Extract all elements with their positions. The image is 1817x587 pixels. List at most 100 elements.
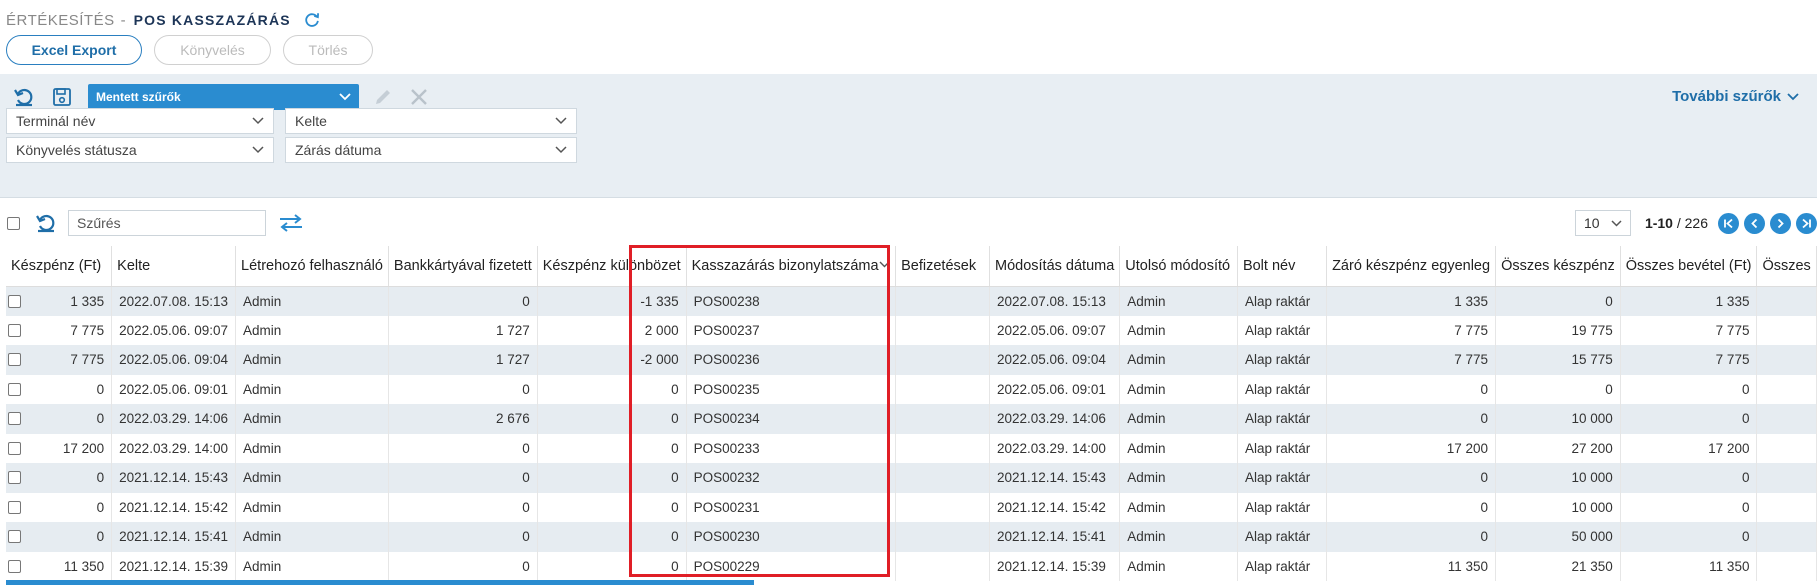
saved-filters-dropdown[interactable]: Mentett szűrők xyxy=(88,84,359,110)
row-checkbox[interactable] xyxy=(8,323,21,337)
chevron-down-icon xyxy=(1611,219,1622,227)
table-cell: 7 775 xyxy=(1620,345,1758,375)
row-checkbox[interactable] xyxy=(8,382,21,396)
excel-export-button[interactable]: Excel Export xyxy=(6,35,142,65)
col-letrehozo[interactable]: Létrehozó felhasználó xyxy=(235,246,389,287)
table-cell: 7 775 xyxy=(6,345,113,375)
breadcrumb-separator: - xyxy=(120,11,126,29)
breadcrumb[interactable]: ÉRTÉKESÍTÉS xyxy=(6,12,115,29)
terminal-select[interactable]: Terminál név xyxy=(6,108,274,134)
horizontal-scrollbar[interactable] xyxy=(6,580,754,585)
edit-icon[interactable] xyxy=(371,85,395,109)
page-size-select[interactable]: 10 xyxy=(1574,210,1631,236)
table-row[interactable]: 0 2021.12.14. 15:43 Admin 0 0 POS00232 2021.12… xyxy=(6,463,1817,493)
row-checkbox[interactable] xyxy=(8,294,21,308)
table-cell: -1 335 xyxy=(537,286,687,316)
table-cell: 7 775 xyxy=(1326,345,1497,375)
swap-columns-icon[interactable] xyxy=(278,214,304,232)
row-checkbox[interactable] xyxy=(8,559,21,573)
table-row[interactable]: 11 350 2021.12.14. 15:39 Admin 0 0 POS00229 20… xyxy=(6,551,1817,581)
table-cell: Admin xyxy=(1119,315,1238,345)
table-cell xyxy=(895,404,990,434)
table-cell: Admin xyxy=(1119,374,1238,404)
table-cell: 2022.05.06. 09:07 xyxy=(989,315,1121,345)
row-checkbox[interactable] xyxy=(8,530,21,543)
close-icon[interactable] xyxy=(407,85,431,109)
table-cell: Alap raktár xyxy=(1237,374,1328,404)
table-cell: 17 200 xyxy=(1326,433,1497,463)
table-cell: Admin xyxy=(1119,551,1238,581)
sort-chevron-down-icon[interactable] xyxy=(879,261,890,268)
table-cell: Admin xyxy=(235,286,389,316)
kelte-select[interactable]: Kelte xyxy=(285,108,577,134)
table-cell: -2 000 xyxy=(537,345,687,375)
table-cell: POS00234 xyxy=(686,404,897,434)
table-cell: Admin xyxy=(235,551,389,581)
table-cell: Alap raktár xyxy=(1237,315,1328,345)
filter-panel: Mentett szűrők További szűrők Terminál n… xyxy=(0,74,1817,198)
col-bizonylatszam[interactable]: Kasszazárás bizonylatszáma xyxy=(686,246,897,287)
col-befizetesek[interactable]: Befizetések xyxy=(895,246,990,287)
col-utolso-modosito[interactable]: Utolsó módosító xyxy=(1119,246,1238,287)
table-cell: 2022.05.06. 09:04 xyxy=(111,345,237,375)
table-row[interactable]: 7 775 2022.05.06. 09:04 Admin 1 727 -2 000 PO… xyxy=(6,345,1817,375)
row-checkbox[interactable] xyxy=(8,353,21,366)
table-cell: 0 xyxy=(1495,286,1621,316)
table-cell xyxy=(1756,492,1817,522)
table-cell xyxy=(1756,404,1817,434)
chevron-down-icon xyxy=(555,146,567,154)
col-osszes[interactable]: Összes xyxy=(1756,246,1817,287)
col-kelte[interactable]: Kelte xyxy=(111,246,237,287)
save-icon[interactable] xyxy=(50,85,74,109)
first-page-button[interactable] xyxy=(1718,212,1739,234)
page-range-current: 1-10 xyxy=(1644,215,1673,231)
table-cell: 1 335 xyxy=(1326,286,1497,316)
table-row[interactable]: 1 335 2022.07.08. 15:13 Admin 0 -1 335 POS002… xyxy=(6,286,1817,316)
row-checkbox[interactable] xyxy=(8,441,21,455)
konyveles-status-select[interactable]: Könyvelés státusza xyxy=(6,137,274,163)
table-cell: 2021.12.14. 15:41 xyxy=(111,522,237,552)
zaras-datuma-select[interactable]: Zárás dátuma xyxy=(285,137,577,163)
table-row[interactable]: 7 775 2022.05.06. 09:07 Admin 1 727 2 000 POS… xyxy=(6,315,1817,345)
col-bankkartya[interactable]: Bankkártyával fizetett xyxy=(388,246,538,287)
table-cell: POS00238 xyxy=(686,286,897,316)
col-bizonylatszam-label: Kasszazárás bizonylatszáma xyxy=(691,257,879,274)
page-range: 1-10 / 226 xyxy=(1645,215,1708,231)
table-cell: 0 xyxy=(1326,492,1497,522)
table-cell: 10 000 xyxy=(1495,492,1621,522)
prev-page-button[interactable] xyxy=(1744,212,1765,234)
reset-grid-icon[interactable] xyxy=(35,212,57,234)
grid-search-input[interactable]: Szűrés xyxy=(68,210,266,236)
next-page-button[interactable] xyxy=(1770,212,1791,234)
col-zaro-keszpenz[interactable]: Záró készpénz egyenleg xyxy=(1326,246,1497,287)
col-osszes-bevetel[interactable]: Összes bevétel (Ft) xyxy=(1620,246,1758,287)
table-cell: POS00235 xyxy=(686,374,897,404)
col-keszpenz-kulonbozet[interactable]: Készpénz különbözet xyxy=(537,246,687,287)
torles-button[interactable]: Törlés xyxy=(283,35,373,65)
table-row[interactable]: 0 2022.03.29. 14:06 Admin 2 676 0 POS00234 202… xyxy=(6,404,1817,434)
table-cell: 2021.12.14. 15:43 xyxy=(111,463,237,493)
row-checkbox[interactable] xyxy=(8,412,21,425)
table-cell xyxy=(1756,522,1817,552)
more-filters-toggle[interactable]: További szűrők xyxy=(1672,88,1799,105)
select-all-checkbox[interactable] xyxy=(7,217,20,230)
konyveles-button[interactable]: Könyvelés xyxy=(154,35,271,65)
refresh-icon[interactable] xyxy=(303,11,321,29)
row-checkbox[interactable] xyxy=(8,500,21,514)
last-page-button[interactable] xyxy=(1796,212,1817,234)
table-header-row: Készpénz (Ft) Kelte Létrehozó felhasznál… xyxy=(6,246,1817,287)
col-osszes-keszpenz[interactable]: Összes készpénz xyxy=(1495,246,1621,287)
table-row[interactable]: 0 2021.12.14. 15:42 Admin 0 0 POS00231 2021.12… xyxy=(6,492,1817,522)
table-row[interactable]: 0 2022.05.06. 09:01 Admin 0 0 POS00235 2022.05… xyxy=(6,374,1817,404)
col-modositas-datuma[interactable]: Módosítás dátuma xyxy=(989,246,1121,287)
table-cell xyxy=(895,433,990,463)
table-row[interactable]: 0 2021.12.14. 15:41 Admin 0 0 POS00230 2021.12… xyxy=(6,522,1817,552)
col-bolt-nev[interactable]: Bolt név xyxy=(1237,246,1328,287)
table-cell: 2 000 xyxy=(537,315,687,345)
table-cell: 0 xyxy=(388,286,538,316)
row-checkbox[interactable] xyxy=(8,471,21,484)
table-row[interactable]: 17 200 2022.03.29. 14:00 Admin 0 0 POS00233 20… xyxy=(6,433,1817,463)
reset-filter-icon[interactable] xyxy=(12,85,36,109)
col-keszpenz[interactable]: Készpénz (Ft) xyxy=(6,246,113,287)
table-cell: 0 xyxy=(537,463,687,493)
